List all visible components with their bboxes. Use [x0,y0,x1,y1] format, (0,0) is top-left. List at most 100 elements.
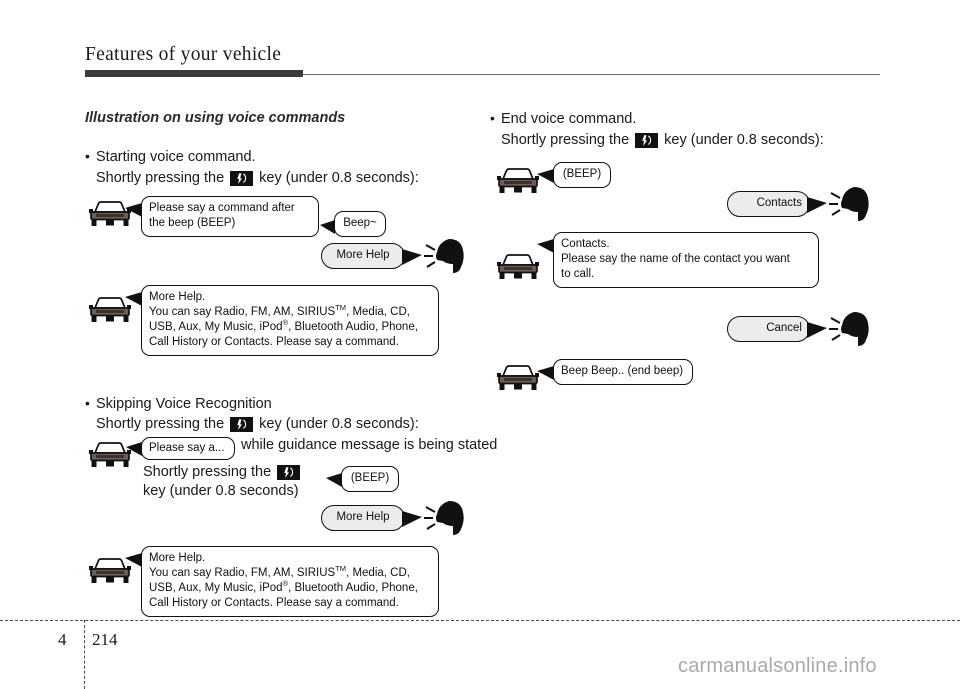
car-bubble-more-help-1: More Help. You can say Radio, FM, AM, SI… [125,285,439,356]
bubble-tail [126,442,142,456]
beep-bubble-end: (BEEP) [537,162,611,188]
contacts-line-2: Please say the name of the contact you w… [561,253,790,265]
speaking-head-icon [829,187,869,221]
user-bubble-contacts-label: Contacts [756,197,802,209]
beep-bubble-skip: (BEEP) [326,466,399,492]
footer-vertical-divider [84,620,85,689]
bullet-dot: • [85,395,90,411]
help-title: More Help. [149,291,206,303]
contacts-line-1: Contacts. [561,238,610,250]
help-line-1-sup: TM [335,303,347,313]
start-bullet-label: Starting voice command. [96,149,256,165]
voice-command-key-icon [635,132,659,148]
help-line-2: USB, Aux, My Music, iPod®, Bluetooth Aud… [149,580,431,596]
page-title: Features of your vehicle [85,44,282,65]
user-bubble-more-help-1: More Help [321,243,422,269]
user-bubble-cancel-label: Cancel [766,322,802,334]
car-bubble-end-beep-label: Beep Beep.. (end beep) [561,365,684,377]
skip-bullet: • Skipping Voice Recognition [85,395,272,412]
bubble-tail [320,220,335,234]
speaking-head-icon [424,501,464,535]
car-bubble-start-line2: the beep (BEEP) [149,217,236,229]
voice-command-key-icon [277,464,301,480]
page-header: Features of your vehicle [85,44,880,77]
user-bubble-cancel: Cancel [727,316,827,342]
car-icon [497,365,539,390]
bubble-tail [807,197,827,213]
help-line-3: Call History or Contacts. Please say a c… [149,597,399,609]
bubble-tail [537,169,554,183]
help-line-2a: USB, Aux, My Music, iPod [149,321,283,333]
bubble-tail [326,473,342,487]
bubble-tail [402,249,422,265]
bubble-tail [537,239,554,253]
section-title: Illustration on using voice commands [85,110,346,126]
speaking-head-icon [829,312,869,346]
skip-press-line1-pre: Shortly pressing the [143,464,272,480]
header-rule-thick [85,70,303,77]
help-line-2b: , Bluetooth Audio, Phone, [288,582,418,594]
help-line-2: USB, Aux, My Music, iPod®, Bluetooth Aud… [149,319,431,335]
car-icon [497,168,539,193]
bubble-tail [807,322,827,338]
user-bubble-contacts: Contacts [727,191,827,217]
skip-instruction: Shortly pressing the key (under 0.8 seco… [96,416,419,432]
help-line-2a: USB, Aux, My Music, iPod [149,582,283,594]
car-icon [497,254,539,279]
car-bubble-more-help-2: More Help. You can say Radio, FM, AM, SI… [125,546,439,617]
bubble-tail [402,511,422,527]
car-bubble-please-say-label: Please say a... [149,442,225,454]
end-bullet-label: End voice command. [501,111,637,127]
contacts-line-3: to call. [561,268,595,280]
start-instruction: Shortly pressing the key (under 0.8 seco… [96,170,419,186]
car-bubble-start-line1: Please say a command after [149,202,295,214]
header-rule-thin [303,73,880,75]
skip-press-line2: key (under 0.8 seconds) [143,483,299,499]
bullet-dot: • [85,148,90,164]
help-line-2b: , Bluetooth Audio, Phone, [288,321,418,333]
help-title: More Help. [149,552,206,564]
bubble-tail [125,203,142,217]
page-number: 214 [92,630,118,649]
beep-bubble-start-label: Beep~ [343,217,377,229]
help-line-3: Call History or Contacts. Please say a c… [149,336,399,348]
end-instruction-post: key (under 0.8 seconds): [664,132,824,148]
skip-while-text: while guidance message is being stated [241,437,498,453]
start-instruction-pre: Shortly pressing the [96,170,225,186]
help-line-1a: You can say Radio, FM, AM, SIRIUS [149,567,336,579]
car-bubble-please-say: Please say a... [126,437,235,460]
end-instruction-pre: Shortly pressing the [501,132,630,148]
beep-bubble-end-label: (BEEP) [562,168,602,180]
beep-bubble-start: Beep~ [320,211,386,237]
help-line-1a: You can say Radio, FM, AM, SIRIUS [149,306,336,318]
user-bubble-more-help-1-label: More Help [336,249,390,261]
bubble-tail [125,292,142,306]
user-bubble-more-help-2: More Help [321,505,422,531]
help-line-1: You can say Radio, FM, AM, SIRIUSTM, Med… [149,564,431,581]
watermark: carmanualsonline.info [678,655,877,677]
voice-command-key-icon [230,416,254,432]
bubble-tail [537,366,554,380]
skip-instruction-post: key (under 0.8 seconds): [259,416,419,432]
start-instruction-post: key (under 0.8 seconds): [259,170,419,186]
help-line-1b: , Media, CD, [346,306,410,318]
skip-instruction-pre: Shortly pressing the [96,416,225,432]
help-line-1: You can say Radio, FM, AM, SIRIUSTM, Med… [149,303,431,320]
help-line-1-sup: TM [335,564,347,574]
car-bubble-contacts: Contacts. Please say the name of the con… [537,232,819,288]
chapter-number: 4 [58,630,67,649]
voice-command-key-icon [230,170,254,186]
help-line-1b: , Media, CD, [346,567,410,579]
car-bubble-start: Please say a command after the beep (BEE… [125,196,319,237]
bullet-dot: • [490,110,495,126]
footer-divider [0,620,960,621]
end-bullet: • End voice command. [490,110,636,127]
end-instruction: Shortly pressing the key (under 0.8 seco… [501,132,824,148]
speaking-head-icon [424,239,464,273]
user-bubble-more-help-2-label: More Help [336,511,390,523]
start-bullet: • Starting voice command. [85,148,256,165]
beep-bubble-skip-label: (BEEP) [350,472,390,484]
skip-press-line1: Shortly pressing the [143,464,302,480]
bubble-tail [125,553,142,567]
car-bubble-end-beep: Beep Beep.. (end beep) [537,359,693,385]
